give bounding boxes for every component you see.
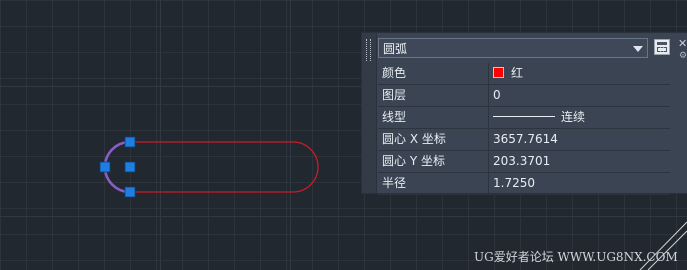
watermark-text: UG爱好者论坛 WWW.UG8NX.COM (474, 250, 678, 264)
watermark-lines (639, 221, 687, 270)
